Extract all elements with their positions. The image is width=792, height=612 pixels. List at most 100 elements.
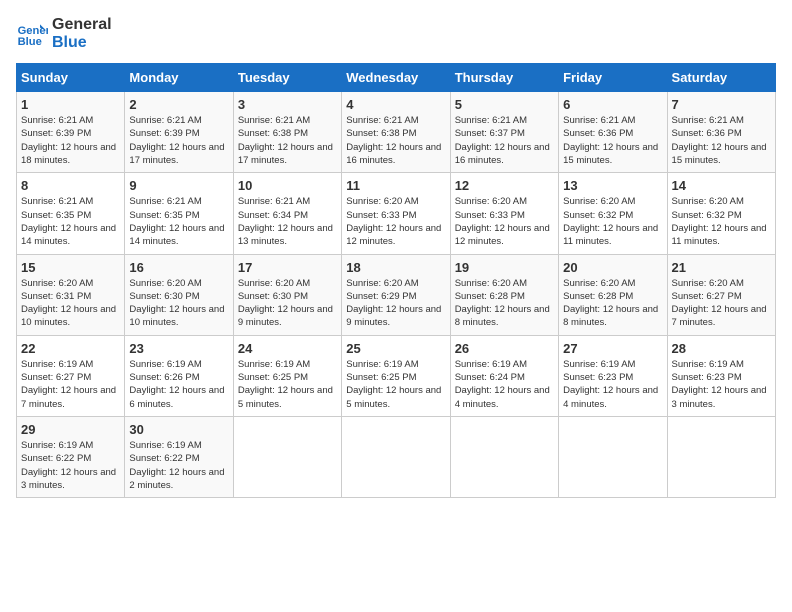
- day-header-saturday: Saturday: [667, 64, 775, 92]
- cell-info: Sunrise: 6:19 AMSunset: 6:24 PMDaylight:…: [455, 359, 550, 410]
- day-number: 24: [238, 341, 337, 356]
- calendar-cell: 26 Sunrise: 6:19 AMSunset: 6:24 PMDayligh…: [450, 335, 558, 416]
- calendar-cell: 8 Sunrise: 6:21 AMSunset: 6:35 PMDaylight…: [17, 173, 125, 254]
- day-number: 23: [129, 341, 228, 356]
- logo-line2: Blue: [52, 34, 112, 52]
- day-header-thursday: Thursday: [450, 64, 558, 92]
- day-number: 14: [672, 178, 771, 193]
- day-number: 20: [563, 260, 662, 275]
- calendar-cell: 9Sunrise: 6:21 AMSunset: 6:35 PMDaylight…: [125, 173, 233, 254]
- calendar-cell: 28Sunrise: 6:19 AMSunset: 6:23 PMDayligh…: [667, 335, 775, 416]
- day-number: 12: [455, 178, 554, 193]
- cell-info: Sunrise: 6:20 AMSunset: 6:33 PMDaylight:…: [346, 196, 441, 247]
- day-number: 17: [238, 260, 337, 275]
- calendar-cell: 20 Sunrise: 6:20 AMSunset: 6:28 PMDayligh…: [559, 254, 667, 335]
- cell-info: Sunrise: 6:19 AMSunset: 6:27 PMDaylight:…: [21, 359, 116, 410]
- cell-info: Sunrise: 6:20 AMSunset: 6:32 PMDaylight:…: [563, 196, 658, 247]
- week-row-3: 15 Sunrise: 6:20 AMSunset: 6:31 PMDayligh…: [17, 254, 776, 335]
- day-number: 15: [21, 260, 120, 275]
- svg-text:General: General: [18, 25, 48, 37]
- calendar-cell: 7 Sunrise: 6:21 AMSunset: 6:36 PMDaylight…: [667, 92, 775, 173]
- calendar-cell: 3 Sunrise: 6:21 AMSunset: 6:38 PMDaylight…: [233, 92, 341, 173]
- day-number: 2: [129, 97, 228, 112]
- day-number: 21: [672, 260, 771, 275]
- calendar-cell: 15 Sunrise: 6:20 AMSunset: 6:31 PMDayligh…: [17, 254, 125, 335]
- calendar-cell: 1 Sunrise: 6:21 AMSunset: 6:39 PMDaylight…: [17, 92, 125, 173]
- calendar-cell: [667, 416, 775, 497]
- day-number: 19: [455, 260, 554, 275]
- calendar-cell: 21 Sunrise: 6:20 AMSunset: 6:27 PMDayligh…: [667, 254, 775, 335]
- cell-info: Sunrise: 6:20 AMSunset: 6:29 PMDaylight:…: [346, 278, 441, 329]
- calendar-cell: 29 Sunrise: 6:19 AMSunset: 6:22 PMDayligh…: [17, 416, 125, 497]
- day-number: 1: [21, 97, 120, 112]
- day-number: 8: [21, 178, 120, 193]
- calendar-cell: 11Sunrise: 6:20 AMSunset: 6:33 PMDayligh…: [342, 173, 450, 254]
- day-header-tuesday: Tuesday: [233, 64, 341, 92]
- week-row-5: 29 Sunrise: 6:19 AMSunset: 6:22 PMDayligh…: [17, 416, 776, 497]
- day-number: 3: [238, 97, 337, 112]
- cell-info: Sunrise: 6:21 AMSunset: 6:35 PMDaylight:…: [21, 196, 116, 247]
- day-header-monday: Monday: [125, 64, 233, 92]
- cell-info: Sunrise: 6:20 AMSunset: 6:32 PMDaylight:…: [672, 196, 767, 247]
- calendar-cell: [559, 416, 667, 497]
- cell-info: Sunrise: 6:20 AMSunset: 6:31 PMDaylight:…: [21, 278, 116, 329]
- cell-info: Sunrise: 6:19 AMSunset: 6:25 PMDaylight:…: [346, 359, 441, 410]
- cell-info: Sunrise: 6:20 AMSunset: 6:33 PMDaylight:…: [455, 196, 550, 247]
- day-number: 29: [21, 422, 120, 437]
- cell-info: Sunrise: 6:19 AMSunset: 6:26 PMDaylight:…: [129, 359, 224, 410]
- calendar-cell: [342, 416, 450, 497]
- day-number: 27: [563, 341, 662, 356]
- calendar-cell: [450, 416, 558, 497]
- page-header: General Blue General Blue: [16, 16, 776, 51]
- day-number: 25: [346, 341, 445, 356]
- cell-info: Sunrise: 6:21 AMSunset: 6:36 PMDaylight:…: [563, 115, 658, 166]
- cell-info: Sunrise: 6:21 AMSunset: 6:39 PMDaylight:…: [21, 115, 116, 166]
- calendar-cell: 17Sunrise: 6:20 AMSunset: 6:30 PMDayligh…: [233, 254, 341, 335]
- cell-info: Sunrise: 6:20 AMSunset: 6:28 PMDaylight:…: [455, 278, 550, 329]
- calendar-table: SundayMondayTuesdayWednesdayThursdayFrid…: [16, 63, 776, 498]
- day-header-wednesday: Wednesday: [342, 64, 450, 92]
- svg-text:Blue: Blue: [18, 36, 42, 48]
- logo-icon: General Blue: [16, 18, 48, 50]
- cell-info: Sunrise: 6:20 AMSunset: 6:27 PMDaylight:…: [672, 278, 767, 329]
- day-number: 16: [129, 260, 228, 275]
- cell-info: Sunrise: 6:21 AMSunset: 6:37 PMDaylight:…: [455, 115, 550, 166]
- calendar-cell: 18Sunrise: 6:20 AMSunset: 6:29 PMDayligh…: [342, 254, 450, 335]
- calendar-cell: 6Sunrise: 6:21 AMSunset: 6:36 PMDaylight…: [559, 92, 667, 173]
- calendar-cell: 25 Sunrise: 6:19 AMSunset: 6:25 PMDayligh…: [342, 335, 450, 416]
- calendar-cell: 10 Sunrise: 6:21 AMSunset: 6:34 PMDayligh…: [233, 173, 341, 254]
- day-number: 30: [129, 422, 228, 437]
- day-number: 10: [238, 178, 337, 193]
- calendar-cell: 4Sunrise: 6:21 AMSunset: 6:38 PMDaylight…: [342, 92, 450, 173]
- day-header-friday: Friday: [559, 64, 667, 92]
- calendar-cell: 22 Sunrise: 6:19 AMSunset: 6:27 PMDayligh…: [17, 335, 125, 416]
- cell-info: Sunrise: 6:20 AMSunset: 6:28 PMDaylight:…: [563, 278, 658, 329]
- day-number: 4: [346, 97, 445, 112]
- calendar-cell: 13 Sunrise: 6:20 AMSunset: 6:32 PMDayligh…: [559, 173, 667, 254]
- week-row-1: 1 Sunrise: 6:21 AMSunset: 6:39 PMDaylight…: [17, 92, 776, 173]
- cell-info: Sunrise: 6:21 AMSunset: 6:34 PMDaylight:…: [238, 196, 333, 247]
- day-number: 13: [563, 178, 662, 193]
- calendar-header-row: SundayMondayTuesdayWednesdayThursdayFrid…: [17, 64, 776, 92]
- logo: General Blue General Blue: [16, 16, 112, 51]
- cell-info: Sunrise: 6:21 AMSunset: 6:38 PMDaylight:…: [238, 115, 333, 166]
- cell-info: Sunrise: 6:19 AMSunset: 6:22 PMDaylight:…: [21, 440, 116, 491]
- day-number: 26: [455, 341, 554, 356]
- day-number: 28: [672, 341, 771, 356]
- cell-info: Sunrise: 6:19 AMSunset: 6:23 PMDaylight:…: [563, 359, 658, 410]
- week-row-4: 22 Sunrise: 6:19 AMSunset: 6:27 PMDayligh…: [17, 335, 776, 416]
- day-header-sunday: Sunday: [17, 64, 125, 92]
- cell-info: Sunrise: 6:21 AMSunset: 6:35 PMDaylight:…: [129, 196, 224, 247]
- cell-info: Sunrise: 6:21 AMSunset: 6:36 PMDaylight:…: [672, 115, 767, 166]
- calendar-cell: 30Sunrise: 6:19 AMSunset: 6:22 PMDayligh…: [125, 416, 233, 497]
- calendar-cell: [233, 416, 341, 497]
- calendar-cell: 27 Sunrise: 6:19 AMSunset: 6:23 PMDayligh…: [559, 335, 667, 416]
- day-number: 22: [21, 341, 120, 356]
- calendar-cell: 16Sunrise: 6:20 AMSunset: 6:30 PMDayligh…: [125, 254, 233, 335]
- calendar-cell: 23 Sunrise: 6:19 AMSunset: 6:26 PMDayligh…: [125, 335, 233, 416]
- cell-info: Sunrise: 6:19 AMSunset: 6:25 PMDaylight:…: [238, 359, 333, 410]
- week-row-2: 8 Sunrise: 6:21 AMSunset: 6:35 PMDaylight…: [17, 173, 776, 254]
- day-number: 7: [672, 97, 771, 112]
- calendar-cell: 24 Sunrise: 6:19 AMSunset: 6:25 PMDayligh…: [233, 335, 341, 416]
- cell-info: Sunrise: 6:21 AMSunset: 6:39 PMDaylight:…: [129, 115, 224, 166]
